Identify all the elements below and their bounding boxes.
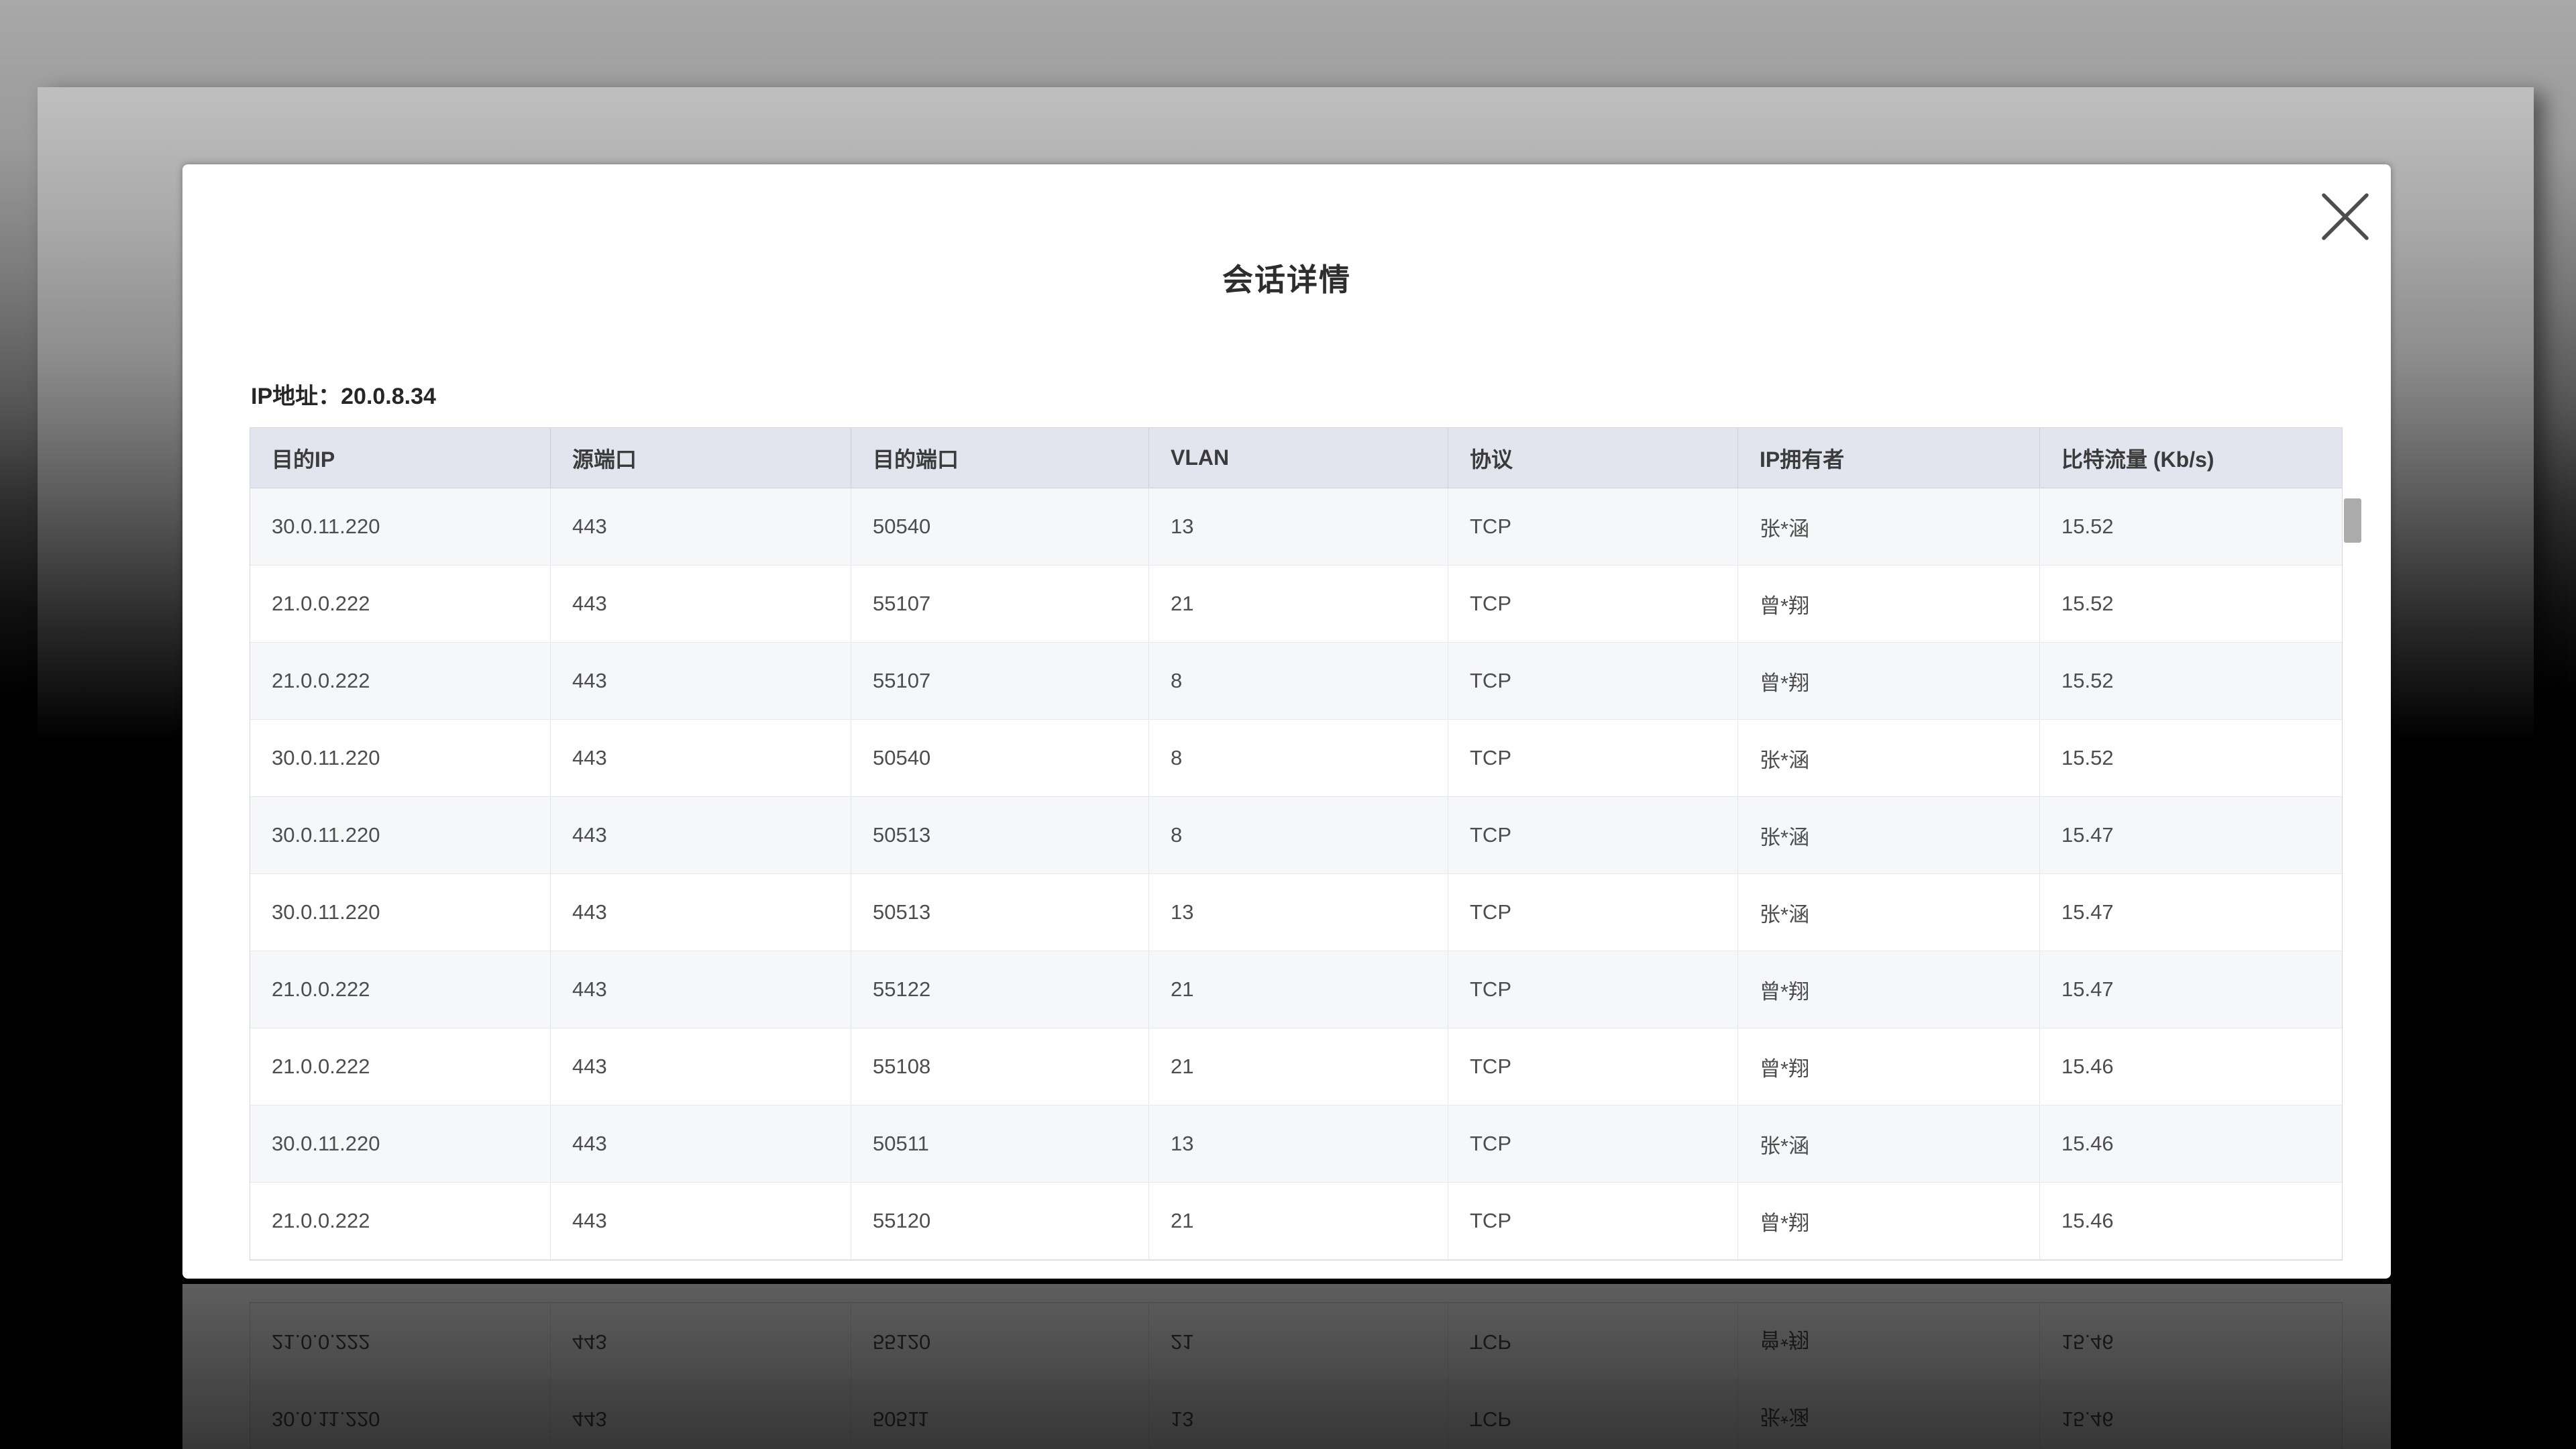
table-cell: 443 (551, 643, 851, 719)
table-cell: 8 (1149, 643, 1448, 719)
dialog-title: 会话详情 (182, 256, 2391, 300)
table-cell: 443 (551, 797, 851, 873)
ip-address-label: IP地址： (251, 384, 341, 409)
table-row: 30.0.11.2204435051113TCP张*涵15.46 (250, 1106, 2342, 1183)
table-cell: 13 (1149, 488, 1448, 565)
table-cell: 30.0.11.220 (250, 797, 551, 873)
table-cell: 21.0.0.222 (250, 1183, 551, 1259)
table-cell: 张*涵 (1738, 797, 2040, 873)
table-cell: 15.52 (2040, 488, 2343, 565)
table-cell: 21 (1149, 566, 1448, 642)
table-cell: 55120 (851, 1183, 1149, 1259)
table-cell: 50513 (851, 874, 1149, 951)
table-row: 30.0.11.2204435054013TCP张*涵15.52 (250, 488, 2342, 566)
table-cell: 8 (1149, 720, 1448, 796)
table-cell: 15.46 (2040, 1183, 2343, 1259)
table-cell: 张*涵 (1738, 488, 2040, 565)
table-header-row: 目的IP 源端口 目的端口 VLAN 协议 IP拥有者 比特流量 (Kb/s) (250, 428, 2342, 488)
session-dialog: 会话详情 IP地址：20.0.8.34 目的IP 源端口 目的端口 VLAN 协… (182, 164, 2391, 1279)
close-icon (2317, 189, 2373, 245)
table-cell: 443 (551, 720, 851, 796)
table-cell: 50540 (851, 720, 1149, 796)
table-cell: TCP (1448, 797, 1738, 873)
session-table: 目的IP 源端口 目的端口 VLAN 协议 IP拥有者 比特流量 (Kb/s) … (250, 427, 2343, 1260)
table-cell: 15.52 (2040, 720, 2343, 796)
column-header-ip-owner: IP拥有者 (1738, 428, 2040, 488)
table-body: 30.0.11.2204435054013TCP张*涵15.5221.0.0.2… (250, 488, 2342, 1260)
table-cell: 21.0.0.222 (250, 566, 551, 642)
column-header-vlan: VLAN (1149, 428, 1448, 488)
table-cell: 443 (551, 951, 851, 1028)
table-cell: 张*涵 (1738, 720, 2040, 796)
table-cell: 30.0.11.220 (250, 720, 551, 796)
table-cell: TCP (1448, 1106, 1738, 1182)
table-cell: 50540 (851, 488, 1149, 565)
table-row: 21.0.0.222443551078TCP曾*翔15.52 (250, 643, 2342, 720)
table-cell: 15.52 (2040, 643, 2343, 719)
table-row: 30.0.11.220443505138TCP张*涵15.47 (250, 797, 2342, 874)
table-cell: 21.0.0.222 (250, 951, 551, 1028)
column-header-protocol: 协议 (1448, 428, 1738, 488)
table-cell: TCP (1448, 566, 1738, 642)
table-row: 21.0.0.2224435512021TCP曾*翔15.46 (250, 1183, 2342, 1260)
table-cell: 443 (551, 488, 851, 565)
table-cell: 443 (551, 1106, 851, 1182)
table-cell: 55122 (851, 951, 1149, 1028)
table-cell: 21.0.0.222 (250, 1028, 551, 1105)
table-cell: 15.47 (2040, 874, 2343, 951)
table-cell: TCP (1448, 720, 1738, 796)
ip-address-value: 20.0.8.34 (341, 384, 436, 409)
table-cell: TCP (1448, 874, 1738, 951)
table-cell: 曾*翔 (1738, 643, 2040, 719)
column-header-dest-ip: 目的IP (250, 428, 551, 488)
table-cell: 30.0.11.220 (250, 1106, 551, 1182)
table-cell: 15.46 (2040, 1106, 2343, 1182)
table-cell: 15.52 (2040, 566, 2343, 642)
table-cell: TCP (1448, 951, 1738, 1028)
table-cell: 443 (551, 1183, 851, 1259)
table-cell: 443 (551, 1028, 851, 1105)
table-row: 30.0.11.220443505408TCP张*涵15.52 (250, 720, 2342, 797)
table-row: 21.0.0.2224435510721TCP曾*翔15.52 (250, 566, 2342, 643)
table-cell: 55108 (851, 1028, 1149, 1105)
table-cell: 55107 (851, 643, 1149, 719)
presentation-stage: 会话详情 IP地址：20.0.8.34 目的IP 源端口 目的端口 VLAN 协… (0, 0, 2576, 1449)
table-scrollbar-thumb[interactable] (2344, 498, 2361, 543)
table-cell: 30.0.11.220 (250, 488, 551, 565)
table-cell: 15.47 (2040, 797, 2343, 873)
table-cell: 曾*翔 (1738, 1028, 2040, 1105)
table-row: 21.0.0.2224435510821TCP曾*翔15.46 (250, 1028, 2342, 1106)
close-button[interactable] (2317, 189, 2373, 245)
table-cell: 443 (551, 566, 851, 642)
table-cell: TCP (1448, 488, 1738, 565)
column-header-dest-port: 目的端口 (851, 428, 1149, 488)
table-row: 21.0.0.2224435512221TCP曾*翔15.47 (250, 951, 2342, 1028)
table-cell: 曾*翔 (1738, 566, 2040, 642)
table-cell: 21 (1149, 1028, 1448, 1105)
table-cell: 21 (1149, 1183, 1448, 1259)
table-cell: 15.46 (2040, 1028, 2343, 1105)
table-cell: 21 (1149, 951, 1448, 1028)
column-header-src-port: 源端口 (551, 428, 851, 488)
table-cell: 张*涵 (1738, 1106, 2040, 1182)
table-row: 30.0.11.2204435051313TCP张*涵15.47 (250, 874, 2342, 951)
table-cell: 曾*翔 (1738, 1183, 2040, 1259)
table-cell: 50513 (851, 797, 1149, 873)
table-cell: 15.47 (2040, 951, 2343, 1028)
ip-address-line: IP地址：20.0.8.34 (251, 378, 436, 411)
table-cell: 443 (551, 874, 851, 951)
table-cell: TCP (1448, 643, 1738, 719)
column-header-bit-traffic: 比特流量 (Kb/s) (2040, 428, 2343, 488)
table-cell: 13 (1149, 1106, 1448, 1182)
table-cell: 8 (1149, 797, 1448, 873)
table-cell: 50511 (851, 1106, 1149, 1182)
table-cell: 曾*翔 (1738, 951, 2040, 1028)
table-cell: 张*涵 (1738, 874, 2040, 951)
table-cell: 13 (1149, 874, 1448, 951)
table-cell: TCP (1448, 1028, 1738, 1105)
table-cell: 21.0.0.222 (250, 643, 551, 719)
table-cell: 30.0.11.220 (250, 874, 551, 951)
table-cell: TCP (1448, 1183, 1738, 1259)
table-cell: 55107 (851, 566, 1149, 642)
